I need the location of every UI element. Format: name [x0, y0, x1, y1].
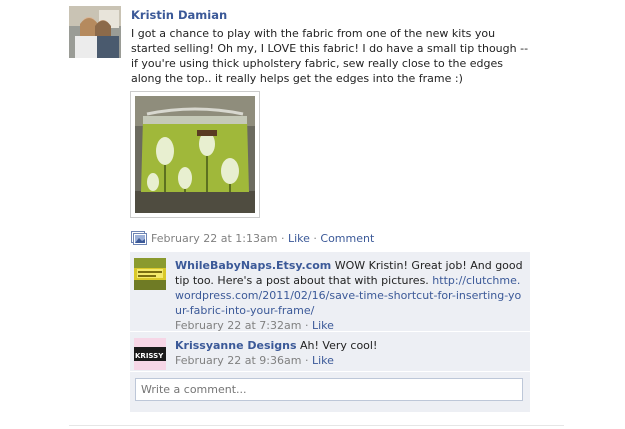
krissy-logo-text: KRISSY — [135, 352, 164, 360]
commenter-avatar[interactable] — [134, 258, 166, 290]
comment-item: KRISSY Krissyanne Designs Ah! Very cool!… — [130, 332, 530, 372]
commenter-avatar[interactable]: KRISSY — [134, 338, 166, 370]
comment-timestamp[interactable]: February 22 at 9:36am — [175, 354, 301, 367]
write-comment-input[interactable] — [135, 378, 523, 401]
post-comment-link[interactable]: Comment — [320, 232, 374, 245]
commenter-name[interactable]: WhileBabyNaps.Etsy.com — [175, 259, 331, 272]
comment-meta: February 22 at 9:36am · Like — [175, 354, 334, 367]
post-text: I got a chance to play with the fabric f… — [131, 27, 529, 85]
post-meta: February 22 at 1:13am · Like · Comment — [131, 231, 374, 245]
comment-meta: February 22 at 7:32am · Like — [175, 319, 334, 332]
comment-body: WhileBabyNaps.Etsy.com WOW Kristin! Grea… — [175, 258, 525, 333]
comment-text: Ah! Very cool! — [296, 339, 378, 352]
separator: · — [309, 232, 321, 245]
photo-icon — [131, 231, 147, 245]
post-timestamp[interactable]: February 22 at 1:13am — [151, 232, 277, 245]
divider — [69, 425, 564, 426]
comment-like-link[interactable]: Like — [312, 319, 334, 332]
comment-timestamp[interactable]: February 22 at 7:32am — [175, 319, 301, 332]
post-like-link[interactable]: Like — [288, 232, 310, 245]
author-avatar[interactable] — [69, 6, 121, 58]
commenter-name[interactable]: Krissyanne Designs — [175, 339, 297, 352]
post-photo[interactable] — [130, 91, 260, 218]
comment-body: Krissyanne Designs Ah! Very cool! Februa… — [175, 338, 525, 368]
comment-list: WhileBabyNaps.Etsy.com WOW Kristin! Grea… — [130, 252, 530, 412]
post-author-name[interactable]: Kristin Damian — [131, 8, 227, 22]
separator: · — [277, 232, 288, 245]
write-comment-box — [130, 372, 530, 412]
clutch-purse-image — [135, 96, 255, 213]
comment-item: WhileBabyNaps.Etsy.com WOW Kristin! Grea… — [130, 252, 530, 332]
comment-like-link[interactable]: Like — [312, 354, 334, 367]
